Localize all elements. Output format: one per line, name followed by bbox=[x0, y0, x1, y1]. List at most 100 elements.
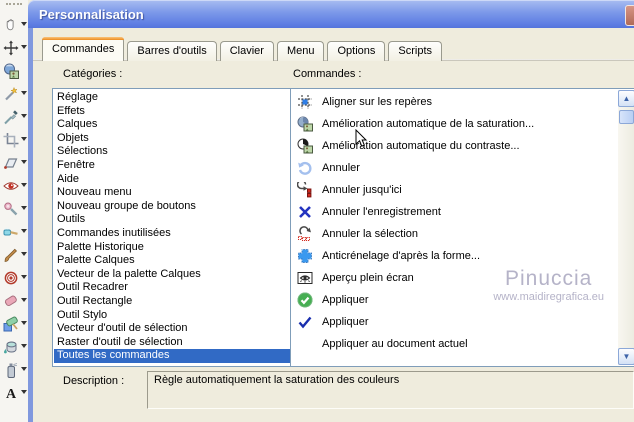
category-item[interactable]: Commandes inutilisées bbox=[54, 227, 291, 241]
category-item[interactable]: Raster d'outil de sélection bbox=[54, 336, 291, 350]
chevron-down-icon[interactable] bbox=[21, 229, 27, 233]
eraser-tool-icon bbox=[3, 293, 19, 309]
category-item[interactable]: Calques bbox=[54, 118, 291, 132]
command-label: Appliquer bbox=[322, 316, 368, 328]
enhance-photo-icon bbox=[3, 63, 19, 79]
command-item[interactable]: Annuler jusqu'ici bbox=[292, 179, 618, 201]
tab-menu[interactable]: Menu bbox=[277, 41, 325, 61]
description-label: Description : bbox=[63, 375, 124, 387]
command-item[interactable]: Appliquer bbox=[292, 311, 618, 333]
eraser-tool-button[interactable] bbox=[0, 289, 28, 312]
chevron-down-icon[interactable] bbox=[21, 275, 27, 279]
chevron-down-icon[interactable] bbox=[21, 45, 27, 49]
deform-tool-button[interactable] bbox=[0, 151, 28, 174]
toothbrush-tool-button[interactable] bbox=[0, 220, 28, 243]
category-item[interactable]: Réglage bbox=[54, 91, 291, 105]
tab-options[interactable]: Options bbox=[327, 41, 385, 61]
command-item[interactable]: Annuler bbox=[292, 157, 618, 179]
crop-tool-icon bbox=[3, 132, 19, 148]
scrollbar-thumb[interactable] bbox=[619, 110, 634, 124]
crop-tool-button[interactable] bbox=[0, 128, 28, 151]
tab-clavier[interactable]: Clavier bbox=[220, 41, 274, 61]
tab-commandes[interactable]: Commandes bbox=[42, 37, 124, 61]
chevron-down-icon[interactable] bbox=[21, 114, 27, 118]
category-item[interactable]: Vecteur de la palette Calques bbox=[54, 268, 291, 282]
chevron-down-icon[interactable] bbox=[21, 252, 27, 256]
target-circles-tool-button[interactable] bbox=[0, 266, 28, 289]
chevron-down-icon[interactable] bbox=[21, 344, 27, 348]
command-item[interactable]: Anticrénelage d'après la forme... bbox=[292, 245, 618, 267]
background-eraser-tool-button[interactable] bbox=[0, 312, 28, 335]
apply-blue-check-icon bbox=[297, 314, 313, 330]
chevron-down-icon[interactable] bbox=[21, 206, 27, 210]
command-item[interactable]: Aligner sur les repères bbox=[292, 91, 618, 113]
magic-wand-tool-button[interactable] bbox=[0, 82, 28, 105]
command-item[interactable]: Annuler la sélection bbox=[292, 223, 618, 245]
dialog-titlebar[interactable]: Personnalisation bbox=[28, 0, 634, 28]
makeover-tool-button[interactable] bbox=[0, 197, 28, 220]
category-item[interactable]: Nouveau groupe de boutons bbox=[54, 200, 291, 214]
chevron-down-icon[interactable] bbox=[21, 183, 27, 187]
mouse-cursor-icon bbox=[355, 129, 369, 152]
red-eye-tool-button[interactable] bbox=[0, 174, 28, 197]
category-item[interactable]: Objets bbox=[54, 132, 291, 146]
pan-tool-icon bbox=[3, 17, 19, 33]
chevron-down-icon[interactable] bbox=[21, 321, 27, 325]
command-label: Annuler bbox=[322, 162, 360, 174]
category-item[interactable]: Nouveau menu bbox=[54, 186, 291, 200]
chevron-down-icon[interactable] bbox=[21, 91, 27, 95]
move-tool-button[interactable] bbox=[0, 36, 28, 59]
command-label: Annuler l'enregistrement bbox=[322, 206, 441, 218]
command-item[interactable]: Appliquer bbox=[292, 289, 618, 311]
antialias-shape-icon bbox=[297, 248, 313, 264]
commands-listbox[interactable]: Aligner sur les repères Amélioration aut… bbox=[290, 88, 634, 367]
category-item[interactable]: Outil Stylo bbox=[54, 309, 291, 323]
chevron-down-icon[interactable] bbox=[21, 160, 27, 164]
apply-green-check-icon bbox=[297, 292, 313, 308]
command-label: Annuler jusqu'ici bbox=[322, 184, 402, 196]
text-tool-button[interactable]: A bbox=[0, 381, 28, 404]
pan-tool-button[interactable] bbox=[0, 13, 28, 36]
category-item[interactable]: Palette Historique bbox=[54, 241, 291, 255]
command-label: Amélioration automatique du contraste... bbox=[322, 140, 520, 152]
category-item[interactable]: Sélections bbox=[54, 145, 291, 159]
chevron-down-icon[interactable] bbox=[21, 22, 27, 26]
category-item[interactable]: Aide bbox=[54, 173, 291, 187]
dropper-tool-button[interactable] bbox=[0, 105, 28, 128]
fullscreen-preview-icon bbox=[297, 270, 313, 286]
airbrush-tool-button[interactable] bbox=[0, 358, 28, 381]
command-item[interactable]: Amélioration automatique du contraste... bbox=[292, 135, 618, 157]
command-item[interactable]: Appliquer au document actuel bbox=[292, 333, 618, 355]
category-item[interactable]: Palette Calques bbox=[54, 254, 291, 268]
command-item[interactable]: Aperçu plein écran bbox=[292, 267, 618, 289]
commands-scrollbar[interactable]: ▲ ▼ bbox=[618, 90, 634, 365]
category-item[interactable]: Vecteur d'outil de sélection bbox=[54, 322, 291, 336]
category-item[interactable]: Outil Recadrer bbox=[54, 281, 291, 295]
chevron-down-icon[interactable] bbox=[21, 137, 27, 141]
category-item-selected[interactable]: Toutes les commandes bbox=[54, 349, 291, 363]
command-item[interactable]: Annuler l'enregistrement bbox=[292, 201, 618, 223]
command-item[interactable]: Amélioration automatique de la saturatio… bbox=[292, 113, 618, 135]
category-item[interactable]: Effets bbox=[54, 105, 291, 119]
close-button[interactable] bbox=[625, 5, 634, 26]
command-label: Appliquer bbox=[322, 294, 368, 306]
category-item[interactable]: Outils bbox=[54, 213, 291, 227]
toolbar-grip-handle[interactable] bbox=[6, 3, 22, 9]
tab-scripts[interactable]: Scripts bbox=[388, 41, 442, 61]
enhance-photo-button[interactable] bbox=[0, 59, 28, 82]
scroll-down-icon[interactable]: ▼ bbox=[618, 348, 634, 365]
chevron-down-icon[interactable] bbox=[21, 298, 27, 302]
paint-brush-tool-button[interactable] bbox=[0, 243, 28, 266]
flood-fill-tool-button[interactable] bbox=[0, 335, 28, 358]
scroll-up-icon[interactable]: ▲ bbox=[618, 90, 634, 107]
tab-barres-outils[interactable]: Barres d'outils bbox=[127, 41, 216, 61]
command-label: Aperçu plein écran bbox=[322, 272, 414, 284]
category-item[interactable]: Outil Rectangle bbox=[54, 295, 291, 309]
categories-items: Réglage Effets Calques Objets Sélections… bbox=[54, 91, 291, 365]
chevron-down-icon[interactable] bbox=[21, 367, 27, 371]
category-item[interactable]: Fenêtre bbox=[54, 159, 291, 173]
categories-listbox[interactable]: Réglage Effets Calques Objets Sélections… bbox=[52, 88, 310, 367]
chevron-down-icon[interactable] bbox=[21, 390, 27, 394]
dropper-tool-icon bbox=[3, 109, 19, 125]
description-box: Règle automatiquement la saturation des … bbox=[147, 371, 634, 409]
